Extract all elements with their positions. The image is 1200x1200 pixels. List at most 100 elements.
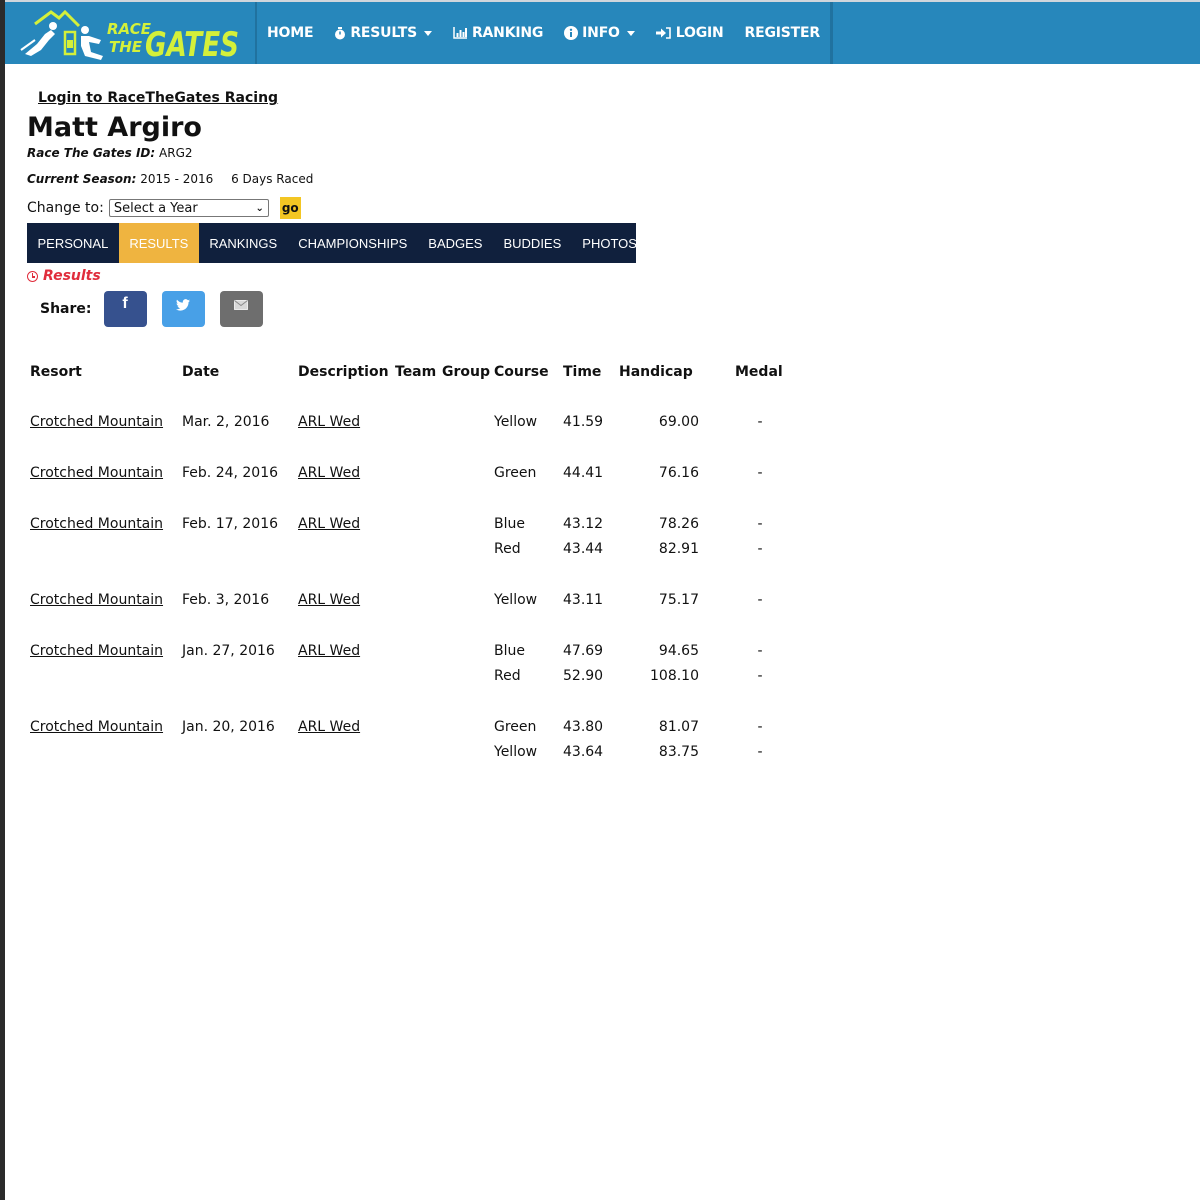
nav-info[interactable]: INFO: [564, 25, 635, 41]
cell-date: Jan. 20, 2016: [182, 718, 275, 735]
cell-time: 43.80: [563, 718, 604, 735]
row-spacer: [27, 612, 795, 638]
col-group: Group: [442, 364, 491, 380]
cell-description: ARL Wed: [298, 587, 395, 612]
event-description-link[interactable]: ARL Wed: [298, 592, 360, 608]
cell-description: ARL Wed: [298, 409, 395, 434]
tab-buddies[interactable]: BUDDIES: [493, 223, 572, 263]
event-description-link[interactable]: ARL Wed: [298, 465, 360, 481]
cell-time: 43.64: [563, 743, 604, 760]
resort-link[interactable]: Crotched Mountain: [30, 516, 163, 532]
cell-handicap: 78.26: [658, 515, 699, 532]
cell-handicap: 83.75: [658, 743, 699, 760]
event-description-link[interactable]: ARL Wed: [298, 414, 360, 430]
email-icon: [234, 300, 248, 310]
cell-time: 43.11: [563, 591, 604, 608]
resort-link[interactable]: Crotched Mountain: [30, 465, 163, 481]
share-facebook-button[interactable]: f: [103, 291, 147, 327]
tab-results[interactable]: RESULTS: [118, 223, 199, 263]
cell-date: Mar. 2, 2016: [182, 413, 270, 430]
cell-time: 43.12: [563, 515, 604, 532]
nav-register-label: REGISTER: [744, 25, 821, 41]
cell-group: [442, 460, 494, 485]
info-circle-icon: [564, 26, 579, 40]
cell-date: Feb. 24, 2016: [182, 464, 279, 481]
cell-resort: Crotched Mountain: [27, 409, 182, 434]
section-title: Results: [27, 268, 101, 284]
section-title-text: Results: [43, 268, 101, 284]
cell-medal: -: [757, 540, 763, 557]
row-spacer: [27, 384, 795, 409]
cell-handicap: 69.00: [658, 413, 699, 430]
tab-personal[interactable]: PERSONAL: [27, 223, 119, 263]
row-spacer: [27, 688, 795, 714]
share-label: Share:: [40, 301, 92, 317]
event-description-link[interactable]: ARL Wed: [298, 643, 360, 659]
year-select[interactable]: Select a Year ⌄: [108, 199, 269, 217]
col-time: Time: [563, 364, 602, 380]
tab-rankings[interactable]: RANKINGS: [199, 223, 288, 263]
cell-resort: [27, 536, 182, 561]
cell-date: [182, 536, 298, 561]
nav-ranking[interactable]: RANKING: [453, 25, 543, 41]
nav-results[interactable]: RESULTS: [334, 25, 432, 41]
cell-course: Green: [494, 464, 537, 481]
nav-home[interactable]: HOME: [267, 25, 314, 41]
table-row: Crotched Mountain Feb. 24, 2016 ARL Wed Gre…: [27, 460, 795, 485]
cell-time: 41.59: [563, 413, 604, 430]
table-row: Crotched Mountain Mar. 2, 2016 ARL Wed Yell…: [27, 409, 795, 434]
chevron-down-icon: ⌄: [255, 202, 264, 214]
tab-badges[interactable]: BADGES: [418, 223, 493, 263]
cell-handicap: 94.65: [658, 642, 699, 659]
cell-group: [442, 714, 494, 739]
cell-medal: -: [757, 667, 763, 684]
cell-handicap: 76.16: [658, 464, 699, 481]
cell-resort: [27, 739, 182, 764]
tab-championships[interactable]: CHAMPIONSHIPS: [288, 223, 418, 263]
col-course: Course: [494, 364, 549, 380]
cell-resort: Crotched Mountain: [27, 638, 182, 663]
cell-group: [442, 536, 494, 561]
cell-medal: -: [757, 413, 763, 430]
brand-logo[interactable]: RACE THE GATES: [5, 2, 257, 64]
col-team: Team: [395, 364, 437, 380]
cell-date: [182, 739, 298, 764]
nav-register[interactable]: REGISTER: [744, 25, 821, 41]
resort-link[interactable]: Crotched Mountain: [30, 592, 163, 608]
tab-photos[interactable]: PHOTOS: [572, 223, 648, 263]
share-twitter-button[interactable]: [161, 291, 205, 327]
resort-link[interactable]: Crotched Mountain: [30, 414, 163, 430]
cell-group: [442, 739, 494, 764]
cell-description: ARL Wed: [298, 638, 395, 663]
cell-course: Red: [494, 667, 521, 684]
race-the-gates-logo-icon: RACE THE GATES: [20, 9, 239, 62]
cell-handicap: 81.07: [658, 718, 699, 735]
change-year-label: Change to:: [27, 200, 104, 216]
event-description-link[interactable]: ARL Wed: [298, 516, 360, 532]
event-description-link[interactable]: ARL Wed: [298, 719, 360, 735]
share-email-button[interactable]: [219, 291, 263, 327]
cell-medal: -: [757, 464, 763, 481]
nav-login[interactable]: LOGIN: [655, 25, 724, 41]
nav-info-label: INFO: [582, 25, 620, 41]
cell-medal: -: [757, 515, 763, 532]
go-button[interactable]: go: [279, 197, 301, 219]
cell-handicap: 108.10: [650, 667, 699, 684]
cell-team: [395, 587, 442, 612]
profile-tabs: PERSONAL RESULTS RANKINGS CHAMPIONSHIPS …: [27, 223, 637, 263]
cell-time: 52.90: [563, 667, 604, 684]
table-row: Crotched Mountain Jan. 20, 2016 ARL Wed Gre…: [27, 714, 795, 739]
cell-team: [395, 460, 442, 485]
top-navbar: RACE THE GATES HOME RESULTS RANKING INFO: [5, 2, 1200, 64]
clock-icon: [27, 270, 38, 282]
resort-link[interactable]: Crotched Mountain: [30, 643, 163, 659]
table-row-additional-run: Red 52.90 108.10 -: [27, 663, 795, 688]
cell-description: ARL Wed: [298, 714, 395, 739]
resort-link[interactable]: Crotched Mountain: [30, 719, 163, 735]
cell-medal: -: [757, 591, 763, 608]
twitter-icon: [176, 299, 190, 311]
login-link[interactable]: Login to RaceTheGates Racing: [38, 90, 278, 106]
nav-login-label: LOGIN: [675, 25, 724, 41]
cell-resort: Crotched Mountain: [27, 460, 182, 485]
share-bar: Share: f: [40, 291, 278, 327]
